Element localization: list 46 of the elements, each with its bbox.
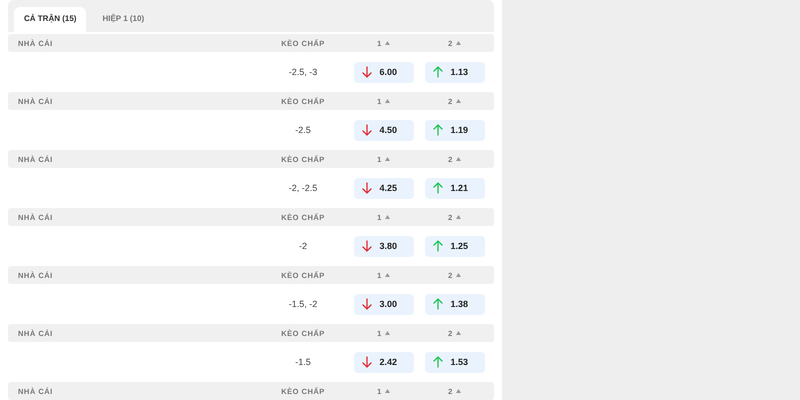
odds-button[interactable]: 1.25 [424, 236, 484, 256]
sort-icon[interactable] [384, 157, 390, 161]
odds-button[interactable]: 3.80 [354, 236, 414, 256]
handicap-value: -2 [298, 241, 308, 251]
down-arrow-icon [362, 124, 372, 136]
sort-icon[interactable] [384, 273, 390, 277]
handicap-value: -2.5 [294, 125, 312, 135]
down-arrow-icon [362, 356, 372, 368]
odds-button[interactable]: 2.42 [354, 352, 414, 372]
odds-button[interactable]: 4.50 [354, 120, 414, 140]
up-arrow-icon [432, 124, 442, 136]
handicap-value: -1.5 [294, 357, 312, 367]
sort-icon[interactable] [384, 41, 390, 45]
down-arrow-icon [362, 240, 372, 252]
sort-icon[interactable] [456, 215, 461, 219]
down-arrow-icon [362, 298, 372, 310]
up-arrow-icon [432, 66, 442, 78]
sort-icon[interactable] [456, 41, 461, 45]
odds-button[interactable]: 1.53 [424, 352, 484, 372]
up-arrow-icon [432, 240, 442, 252]
sort-icon[interactable] [384, 99, 390, 103]
sort-icon[interactable] [384, 389, 390, 393]
up-arrow-icon [432, 356, 442, 368]
odds-button[interactable]: 1.38 [424, 294, 484, 314]
sort-icon[interactable] [384, 215, 390, 219]
odds-button[interactable]: 1.21 [424, 178, 484, 198]
handicap-value: -2, -2.5 [288, 183, 318, 193]
handicap-value: -2.5, -3 [288, 67, 318, 77]
sort-icon[interactable] [456, 273, 461, 277]
odds-button[interactable]: 4.25 [354, 178, 414, 198]
tab[interactable]: HIỆP 1 (10) [92, 7, 154, 32]
odds-button[interactable]: 3.00 [354, 294, 414, 314]
sort-icon[interactable] [456, 331, 461, 335]
down-arrow-icon [362, 66, 372, 78]
odds-button[interactable]: 1.13 [424, 62, 484, 82]
sort-icon[interactable] [456, 157, 461, 161]
sort-icon[interactable] [456, 99, 461, 103]
down-arrow-icon [362, 182, 372, 194]
handicap-value: -1.5, -2 [288, 299, 318, 309]
sort-icon[interactable] [456, 389, 461, 393]
sort-icon[interactable] [384, 331, 390, 335]
odds-button[interactable]: 6.00 [354, 62, 414, 82]
tab[interactable]: CẢ TRẬN (15) [14, 7, 86, 32]
odds-button[interactable]: 1.19 [424, 120, 484, 140]
up-arrow-icon [432, 182, 442, 194]
up-arrow-icon [432, 298, 442, 310]
